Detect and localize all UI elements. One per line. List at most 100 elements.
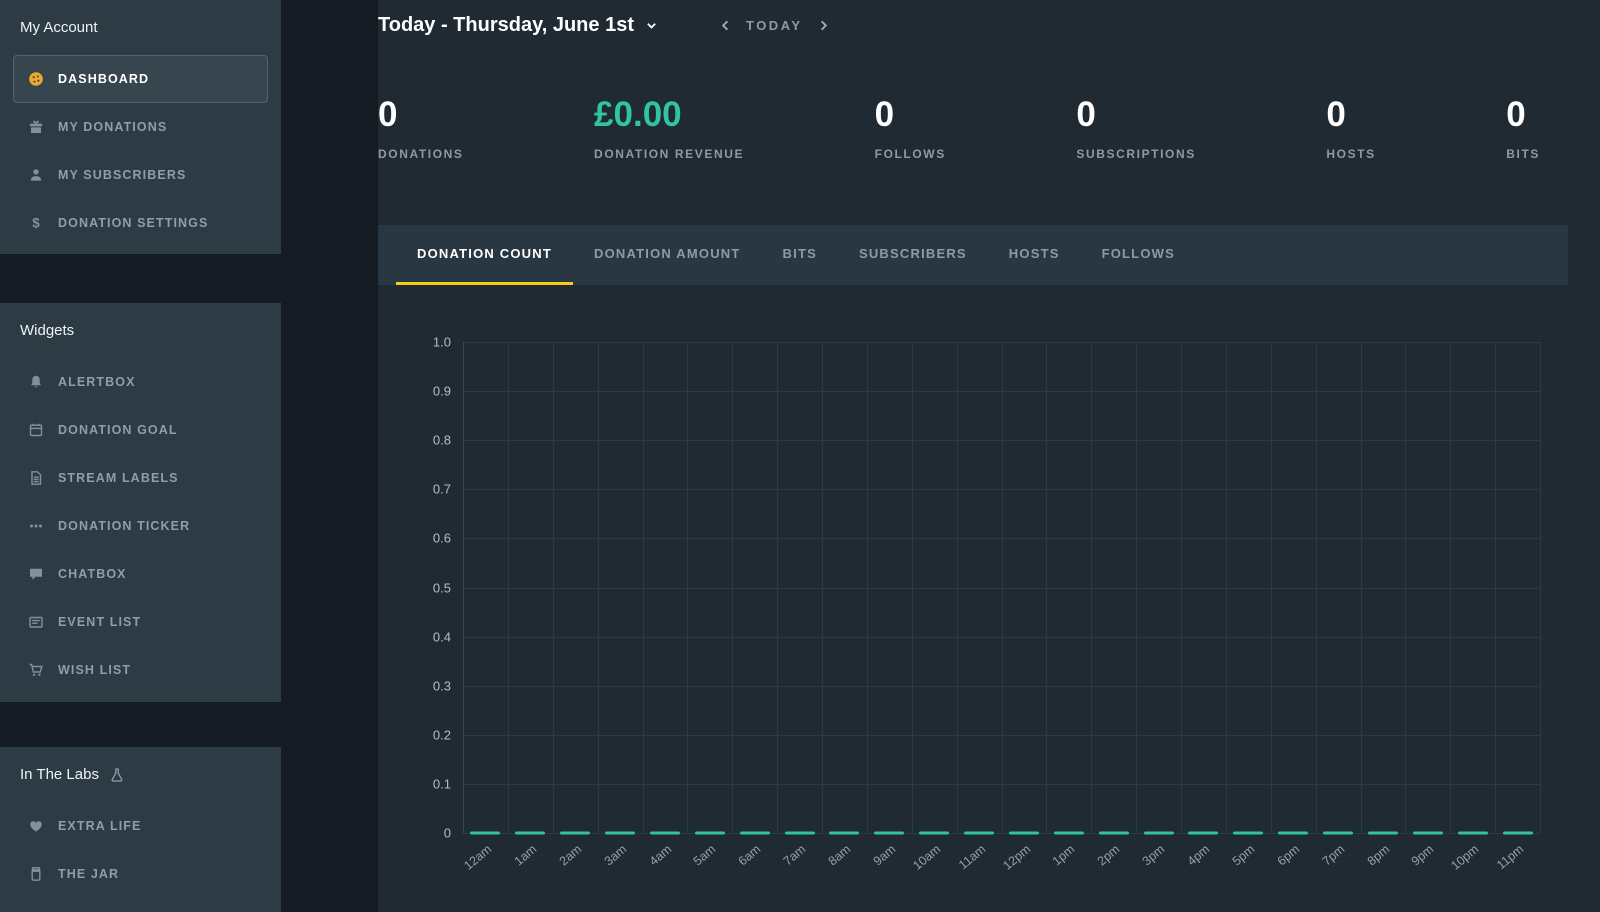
gridline-vertical [732,342,734,833]
sidebar-item-label: DONATION SETTINGS [58,216,209,230]
series-point-dash [1008,831,1039,835]
jar-icon [26,866,46,882]
gridline-vertical [687,342,689,833]
y-axis-label: 0.9 [432,383,451,399]
x-axis-label: 7am [780,842,809,869]
gift-icon [26,119,46,135]
y-axis-label: 0.2 [432,727,451,743]
sidebar-item-extra-life[interactable]: EXTRA LIFE [0,802,281,850]
x-axis-label: 12pm [999,842,1033,873]
stat-donation-revenue: £0.00 DONATION REVENUE [594,95,745,161]
gridline-vertical [1540,342,1541,833]
x-axis-label: 7pm [1319,842,1348,869]
stat-label: HOSTS [1326,146,1376,161]
gridline-vertical [1315,342,1317,833]
stat-value: 0 [378,95,398,134]
stat-donations: 0 DONATIONS [378,95,464,161]
stat-bits: 0 BITS [1506,95,1540,160]
date-range-picker[interactable]: Today - Thursday, June 1st [378,14,658,37]
series-point-dash [739,831,770,835]
y-axis-line [463,342,464,833]
series-point-dash [605,831,636,835]
gridline-vertical [1270,342,1272,833]
sidebar-item-label: THE JAR [58,867,120,881]
sidebar-item-label: STREAM LABELS [58,471,179,485]
gridline-vertical [1001,342,1003,833]
sidebar-item-wish-list[interactable]: WISH LIST [0,646,281,694]
x-axis-label: 1pm [1050,842,1078,869]
sidebar-section-my-account: My Account DASHBOARD MY DONATIONS MY SUBSCR… [0,0,281,254]
stat-label: DONATION REVENUE [594,146,745,161]
sidebar-item-my-subscribers[interactable]: MY SUBSCRIBERS [0,151,281,199]
x-axis-label: 5pm [1229,842,1258,869]
gridline-vertical [642,342,644,833]
gridline-vertical [507,342,509,833]
sidebar-item-dashboard[interactable]: DASHBOARD [13,55,268,103]
series-point-dash [1323,831,1354,835]
day-navigation: TODAY [718,18,831,33]
sidebar-item-donation-ticker[interactable]: DONATION TICKER [0,502,281,550]
gridline-vertical [1495,342,1497,833]
gridline-vertical [1046,342,1048,833]
series-point-dash [1188,831,1219,835]
cart-icon [26,662,46,678]
tab-donation-count[interactable]: DONATION COUNT [396,225,573,285]
sidebar-item-label: EVENT LIST [58,615,142,629]
sidebar-item-donation-goal[interactable]: DONATION GOAL [0,406,281,454]
gridline-vertical [1181,342,1182,833]
chevron-right-icon[interactable] [816,18,831,33]
svg-text:$: $ [32,216,40,231]
dashboard-icon [26,71,46,87]
sidebar: My Account DASHBOARD MY DONATIONS MY SUBSCR… [0,0,378,912]
sidebar-item-label: MY SUBSCRIBERS [58,168,187,182]
chevron-left-icon[interactable] [718,18,733,33]
sidebar-section-title: In The Labs [0,747,281,802]
gridline-vertical [552,342,554,833]
x-axis-label: 3am [601,842,630,869]
y-axis-label: 1.0 [432,334,451,350]
stat-label: DONATIONS [378,146,464,161]
sidebar-item-my-donations[interactable]: MY DONATIONS [0,103,281,151]
sidebar-item-the-jar[interactable]: THE JAR [0,850,281,898]
gridline-vertical [822,342,823,833]
stat-label: SUBSCRIPTIONS [1076,146,1196,161]
series-point-dash [1412,831,1443,835]
sidebar-item-event-list[interactable]: EVENT LIST [0,598,281,646]
sidebar-item-donation-settings[interactable]: $ DONATION SETTINGS [0,199,281,247]
sidebar-section-title-text: Widgets [20,322,75,339]
sidebar-section-title: Widgets [0,303,281,358]
stat-value: 0 [1506,95,1526,134]
y-axis-label: 0.8 [432,432,451,448]
sidebar-item-label: DONATION GOAL [58,423,178,437]
x-axis-label: 8am [825,842,854,869]
dollar-icon: $ [26,215,46,231]
today-button[interactable]: TODAY [746,18,803,33]
list-icon [26,614,46,630]
sidebar-item-alertbox[interactable]: ALERTBOX [0,358,281,406]
sidebar-item-stream-labels[interactable]: STREAM LABELS [0,454,281,502]
gridline-vertical [1450,342,1452,833]
x-axis-label: 11am [955,842,989,873]
gridline-vertical [911,342,913,833]
flask-icon [109,767,125,783]
tab-subscribers[interactable]: SUBSCRIBERS [838,225,988,285]
series-point-dash [964,831,995,835]
series-point-dash [874,831,905,835]
x-axis-label: 1am [511,842,540,869]
tab-hosts[interactable]: HOSTS [988,225,1081,285]
tab-follows[interactable]: FOLLOWS [1081,225,1196,285]
x-axis-label: 2pm [1095,842,1123,869]
x-axis-label: 6am [736,842,764,869]
sidebar-item-chatbox[interactable]: CHATBOX [0,550,281,598]
date-label: Today - Thursday, June 1st [378,13,634,36]
x-axis-label: 6pm [1274,842,1303,869]
sidebar-section-widgets: Widgets ALERTBOX DONATION GOAL STREAM LABEL… [0,303,281,702]
tab-donation-amount[interactable]: DONATION AMOUNT [573,225,762,285]
series-point-dash [1143,831,1174,835]
app: My Account DASHBOARD MY DONATIONS MY SUBSCR… [0,0,1600,912]
tab-bits[interactable]: BITS [762,225,838,285]
heart-icon [26,818,46,834]
chevron-down-icon [645,19,658,32]
gridline-vertical [597,342,599,833]
x-axis-label: 3pm [1139,842,1168,869]
